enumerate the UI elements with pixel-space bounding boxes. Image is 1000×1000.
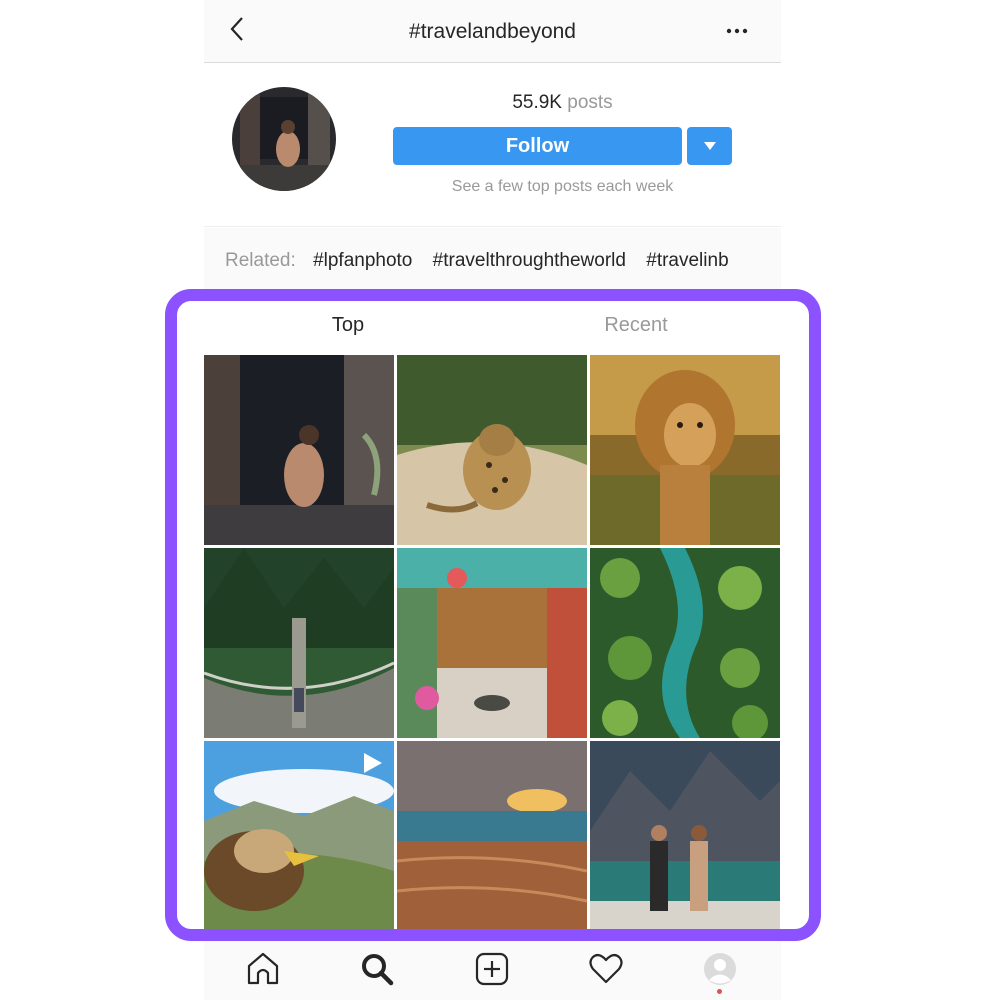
nav-new-post-button[interactable] <box>474 951 510 987</box>
post-thumbnail[interactable] <box>397 741 587 931</box>
instagram-hashtag-screen: #travelandbeyond 55.9K posts Follow See … <box>204 0 781 1000</box>
search-icon <box>362 954 394 986</box>
tab-recent[interactable]: Recent <box>492 314 780 337</box>
feed-tabs: Top Recent <box>204 300 781 355</box>
nav-profile-button[interactable] <box>702 951 738 987</box>
post-count-value: 55.9K <box>512 92 562 113</box>
hashtag-header: 55.9K posts Follow See a few top posts e… <box>204 64 781 227</box>
profile-avatar-icon <box>704 953 736 985</box>
post-thumbnail[interactable] <box>204 741 394 931</box>
follow-hint-text: See a few top posts each week <box>451 178 674 195</box>
top-navigation-bar: #travelandbeyond <box>204 0 781 63</box>
post-thumbnail[interactable] <box>590 741 780 931</box>
more-horizontal-icon <box>726 28 748 34</box>
follow-button[interactable]: Follow <box>393 127 682 165</box>
hashtag-avatar <box>232 87 336 191</box>
post-count: 55.9K posts <box>393 92 732 114</box>
more-options-button[interactable] <box>725 20 749 40</box>
plus-square-icon <box>475 952 509 986</box>
post-thumbnail[interactable] <box>590 548 780 738</box>
nav-search-button[interactable] <box>359 951 395 987</box>
related-hashtag[interactable]: #lpfanphoto <box>313 250 412 271</box>
post-thumbnail[interactable] <box>397 548 587 738</box>
heart-icon <box>589 953 623 984</box>
nav-home-button[interactable] <box>245 951 281 987</box>
nav-activity-button[interactable] <box>588 951 624 987</box>
post-thumbnail[interactable] <box>590 355 780 545</box>
post-count-label: posts <box>567 92 613 113</box>
post-thumbnail[interactable] <box>397 355 587 545</box>
follow-options-dropdown-button[interactable] <box>687 127 732 165</box>
related-label: Related: <box>225 250 296 271</box>
related-hashtags-bar[interactable]: Related: #lpfanphoto #travelthroughthewo… <box>204 228 781 290</box>
post-grid <box>204 355 781 931</box>
post-thumbnail[interactable] <box>204 548 394 738</box>
post-thumbnail[interactable] <box>204 355 394 545</box>
related-hashtag[interactable]: #travelinb <box>646 250 728 271</box>
video-icon <box>364 753 382 773</box>
home-icon <box>247 952 279 985</box>
bottom-navigation-bar <box>204 941 781 1000</box>
caret-down-icon <box>704 142 716 150</box>
page-title: #travelandbeyond <box>409 20 576 43</box>
tab-top[interactable]: Top <box>204 314 492 337</box>
notification-dot <box>717 989 722 994</box>
related-hashtag[interactable]: #travelthroughtheworld <box>433 250 626 271</box>
